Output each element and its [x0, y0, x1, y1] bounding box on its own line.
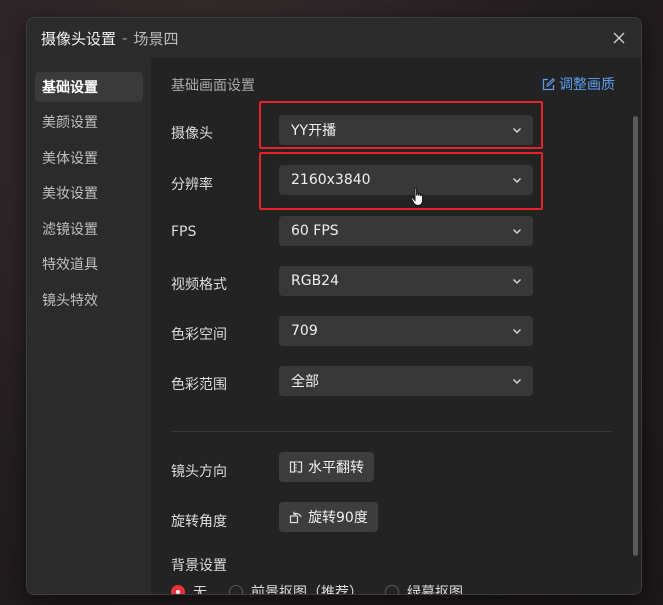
chevron-down-icon — [513, 379, 521, 384]
color-range-value: 全部 — [291, 374, 319, 390]
background-option-none-label: 无 — [193, 585, 207, 595]
rotate-90-label: 旋转90度 — [308, 510, 368, 526]
background-option-foreground-label: 前景抠图（推荐） — [251, 585, 363, 595]
lens-direction-label: 镜头方向 — [171, 464, 227, 480]
window-subtitle: 场景四 — [133, 29, 179, 48]
content-scrollbar[interactable] — [633, 116, 638, 556]
color-range-label: 色彩范围 — [171, 377, 227, 393]
camera-settings-dialog: 摄像头设置 - 场景四 基础设置 美颜设置 美体设置 美妆设置 滤镜设置 特效道… — [26, 17, 642, 595]
edit-icon — [542, 77, 555, 90]
flip-horizontal-icon — [289, 461, 303, 473]
video-format-label: 视频格式 — [171, 277, 227, 293]
adjust-quality-label: 调整画质 — [559, 77, 615, 93]
horizontal-flip-label: 水平翻转 — [308, 460, 364, 476]
close-button[interactable] — [609, 28, 629, 48]
chevron-down-icon — [513, 279, 521, 284]
chevron-down-icon — [513, 329, 521, 334]
settings-content: 基础画面设置 调整画质 摄像头 YY开播 分辨率 2160x3840 FPS 6… — [151, 58, 641, 594]
sidebar-item-lens-effects[interactable]: 镜头特效 — [35, 285, 143, 315]
sidebar-item-body-settings[interactable]: 美体设置 — [35, 143, 143, 173]
title-separator: - — [122, 29, 128, 47]
adjust-quality-link[interactable]: 调整画质 — [542, 74, 615, 94]
sidebar-item-effect-props[interactable]: 特效道具 — [35, 249, 143, 279]
background-options: 无 前景抠图（推荐） 绿幕抠图 — [171, 582, 485, 595]
resolution-highlight-box — [259, 152, 543, 210]
mouse-pointer-icon — [410, 187, 424, 207]
background-label: 背景设置 — [171, 558, 227, 574]
background-option-foreground-matting[interactable]: 前景抠图（推荐） — [229, 582, 363, 595]
fps-value: 60 FPS — [291, 223, 339, 239]
rotate-icon — [289, 511, 302, 524]
section-title: 基础画面设置 — [171, 78, 255, 94]
rotation-label: 旋转角度 — [171, 514, 227, 530]
sidebar-item-filter-settings[interactable]: 滤镜设置 — [35, 214, 143, 244]
background-option-none[interactable]: 无 — [171, 582, 207, 595]
sidebar-item-makeup-settings[interactable]: 美妆设置 — [35, 178, 143, 208]
window-title: 摄像头设置 — [41, 29, 117, 48]
background-option-green-label: 绿幕抠图 — [407, 585, 463, 595]
color-space-label: 色彩空间 — [171, 327, 227, 343]
horizontal-flip-button[interactable]: 水平翻转 — [279, 452, 374, 482]
camera-label: 摄像头 — [171, 126, 213, 142]
color-range-select[interactable]: 全部 — [279, 366, 533, 396]
resolution-label: 分辨率 — [171, 177, 213, 193]
background-option-green-screen[interactable]: 绿幕抠图 — [385, 582, 463, 595]
color-space-select[interactable]: 709 — [279, 316, 533, 346]
radio-unchecked-icon — [229, 585, 243, 594]
title-bar: 摄像头设置 - 场景四 — [27, 18, 641, 58]
sidebar-item-basic-settings[interactable]: 基础设置 — [35, 72, 143, 102]
chevron-down-icon — [513, 229, 521, 234]
sidebar: 基础设置 美颜设置 美体设置 美妆设置 滤镜设置 特效道具 镜头特效 — [27, 58, 151, 594]
rotate-90-button[interactable]: 旋转90度 — [279, 502, 378, 532]
sidebar-item-beauty-settings[interactable]: 美颜设置 — [35, 107, 143, 137]
section-divider — [171, 431, 611, 432]
video-format-value: RGB24 — [291, 273, 339, 289]
radio-unchecked-icon — [385, 585, 399, 594]
color-space-value: 709 — [291, 323, 318, 339]
fps-label: FPS — [171, 224, 197, 240]
close-icon — [613, 32, 625, 44]
radio-checked-icon — [171, 585, 185, 594]
fps-select[interactable]: 60 FPS — [279, 216, 533, 246]
camera-highlight-box — [259, 101, 543, 149]
video-format-select[interactable]: RGB24 — [279, 266, 533, 296]
